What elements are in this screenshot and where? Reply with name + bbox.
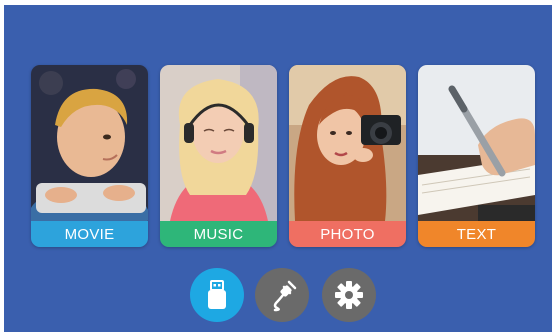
settings-button[interactable] <box>322 268 376 322</box>
music-thumbnail <box>160 65 277 221</box>
gear-icon <box>335 281 363 309</box>
movie-card[interactable]: MOVIE <box>31 65 148 247</box>
text-thumbnail <box>418 65 535 221</box>
movie-label: MOVIE <box>31 221 148 247</box>
source-selector <box>4 268 552 323</box>
text-card[interactable]: TEXT <box>418 65 535 247</box>
cable-plug-icon <box>273 280 297 312</box>
photo-card[interactable]: PHOTO <box>289 65 406 247</box>
photo-thumbnail <box>289 65 406 221</box>
photo-label: PHOTO <box>289 221 406 247</box>
music-label: MUSIC <box>160 221 277 247</box>
movie-thumbnail <box>31 65 148 221</box>
media-category-menu: MOVIE MUSIC PHOTO TEXT <box>4 65 552 247</box>
usb-drive-icon <box>208 280 226 309</box>
music-card[interactable]: MUSIC <box>160 65 277 247</box>
usb-source-button[interactable] <box>190 268 244 322</box>
text-label: TEXT <box>418 221 535 247</box>
media-player-home-screen: MOVIE MUSIC PHOTO TEXT <box>4 5 552 332</box>
cable-source-button[interactable] <box>255 268 309 322</box>
